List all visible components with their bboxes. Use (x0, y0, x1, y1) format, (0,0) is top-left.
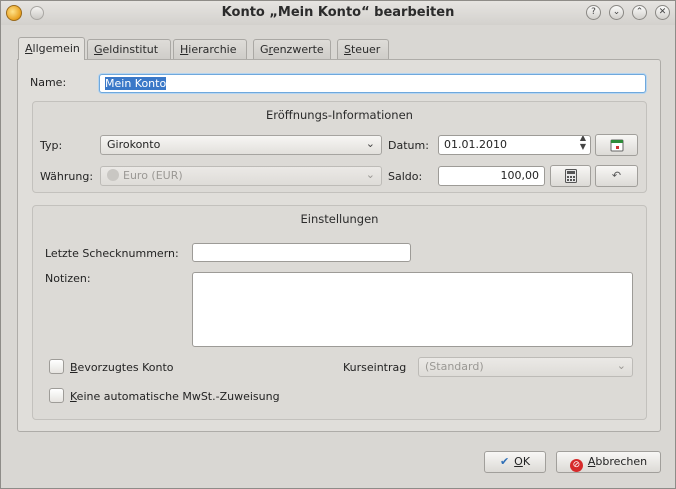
notes-textarea[interactable] (192, 272, 633, 347)
cancel-text: bbrechen (595, 455, 648, 468)
opening-info-group: Eröffnungs-Informationen Typ: Girokonto … (32, 101, 647, 193)
maximize-button[interactable]: ⌃ (632, 5, 647, 20)
preferred-account-label[interactable]: Bevorzugtes Konto (70, 361, 174, 374)
date-input[interactable]: 01.01.2010 ▲ ▼ (438, 135, 591, 155)
chevron-down-icon: ⌄ (365, 168, 375, 181)
cancel-button[interactable]: ⊘ Abbrechen (556, 451, 661, 473)
chevron-down-icon: ⌄ (365, 137, 375, 150)
price-entry-value: (Standard) (425, 360, 484, 373)
notes-label: Notizen: (45, 272, 91, 285)
preferred-account-checkbox[interactable] (49, 359, 64, 374)
spin-arrows-icon[interactable]: ▲ ▼ (580, 136, 586, 151)
tab-steuer[interactable]: Steuer (337, 39, 389, 59)
tab-allgemein[interactable]: Allgemein (18, 37, 85, 60)
name-value: Mein Konto (105, 77, 167, 90)
name-input[interactable]: Mein Konto (99, 74, 646, 93)
tab-text: eldinstitut (102, 43, 159, 56)
currency-select[interactable]: Euro (EUR) ⌄ (100, 166, 382, 186)
minimize-button[interactable]: ⌄ (609, 5, 624, 20)
calculator-icon (564, 169, 577, 183)
date-label: Datum: (388, 139, 429, 152)
tab-text: teuer (350, 43, 381, 56)
tab-mnemonic: S (344, 43, 351, 56)
settings-title: Einstellungen (300, 212, 379, 226)
undo-icon: ↶ (611, 169, 622, 182)
date-value: 01.01.2010 (444, 138, 507, 151)
tab-grenzwerte[interactable]: Grenzwerte (253, 39, 331, 59)
calculator-button[interactable] (550, 165, 591, 187)
last-check-label: Letzte Schecknummern: (45, 247, 179, 260)
settings-group: Einstellungen Letzte Schecknummern: Noti… (32, 205, 647, 420)
close-button[interactable]: ✕ (655, 5, 670, 20)
calendar-button[interactable] (595, 134, 638, 156)
no-vat-checkbox[interactable] (49, 388, 64, 403)
opening-info-title: Eröffnungs-Informationen (266, 108, 413, 122)
chevron-down-icon: ⌄ (616, 359, 626, 372)
help-button[interactable]: ? (586, 5, 601, 20)
title-bar: Konto „Mein Konto“ bearbeiten ? ⌄ ⌃ ✕ (1, 1, 675, 25)
checkmark-icon: ✔ (499, 455, 510, 468)
tab-text: enzwerte (272, 43, 324, 56)
preferred-text: evorzugtes Konto (77, 361, 174, 374)
tab-hierarchie[interactable]: Hierarchie (173, 39, 247, 59)
price-entry-select[interactable]: (Standard) ⌄ (418, 357, 633, 377)
tab-mnemonic: A (25, 42, 33, 55)
currency-icon (107, 169, 119, 181)
ok-mnemonic: O (514, 455, 523, 468)
type-select[interactable]: Girokonto ⌄ (100, 135, 382, 155)
type-value: Girokonto (107, 138, 161, 151)
no-vat-text: eine automatische MwSt.-Zuweisung (76, 390, 280, 403)
window-title: Konto „Mein Konto“ bearbeiten (221, 5, 455, 20)
balance-label: Saldo: (388, 170, 423, 183)
tab-geldinstitut[interactable]: Geldinstitut (87, 39, 171, 59)
undo-button[interactable]: ↶ (595, 165, 638, 187)
tab-text: ierarchie (188, 43, 237, 56)
price-entry-label: Kurseintrag (343, 361, 407, 374)
tab-mnemonic: G (94, 43, 103, 56)
ok-button[interactable]: ✔ OK (484, 451, 546, 473)
currency-label: Währung: (40, 170, 94, 183)
ok-text: K (522, 455, 531, 468)
no-vat-label[interactable]: Keine automatische MwSt.-Zuweisung (70, 390, 280, 403)
preferred-mnemonic: B (70, 361, 78, 374)
currency-value: Euro (EUR) (123, 169, 183, 182)
cancel-icon: ⊘ (569, 459, 583, 472)
no-vat-mnemonic: K (70, 390, 77, 403)
dialog-window: Konto „Mein Konto“ bearbeiten ? ⌄ ⌃ ✕ Al… (0, 0, 676, 489)
type-label: Typ: (40, 139, 63, 152)
balance-value: 100,00 (500, 169, 540, 182)
calendar-icon (610, 139, 623, 152)
balance-input[interactable]: 100,00 (438, 166, 545, 186)
name-label: Name: (30, 76, 67, 89)
tab-text: llgemein (32, 42, 80, 55)
tab-text: G (260, 43, 269, 56)
tab-page-allgemein: Name: Mein Konto Eröffnungs-Informatione… (17, 59, 661, 432)
last-check-input[interactable] (192, 243, 411, 262)
